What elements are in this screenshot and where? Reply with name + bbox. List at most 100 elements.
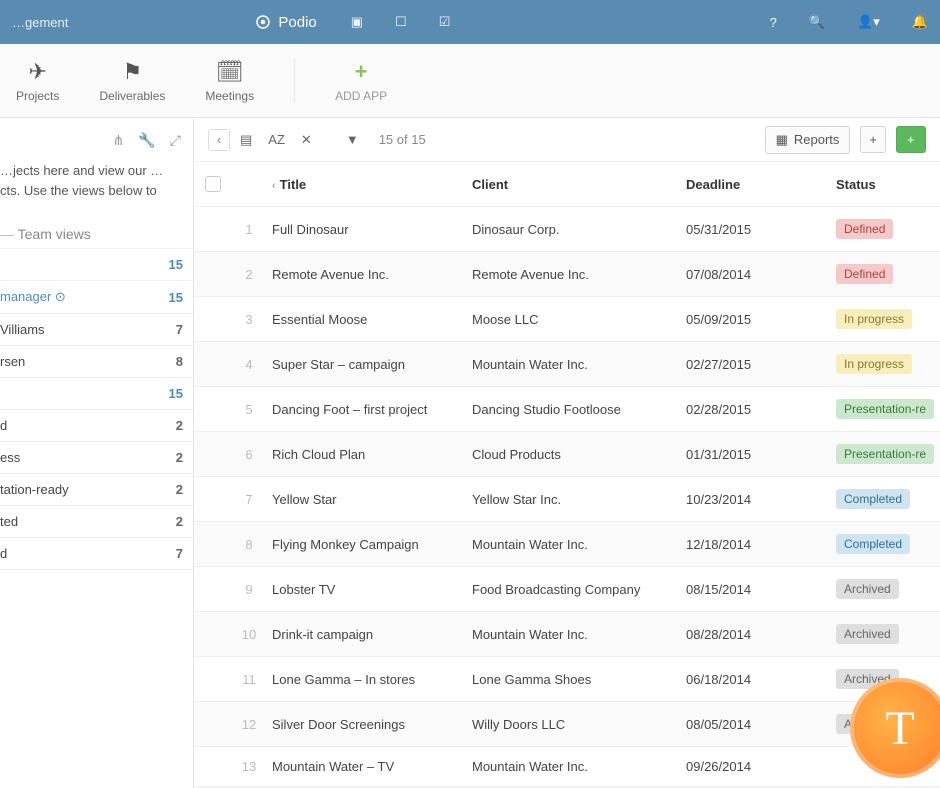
app-meetings[interactable]: 🗓 Meetings <box>205 59 254 103</box>
row-check[interactable] <box>194 272 232 276</box>
divider <box>294 59 295 103</box>
table-row[interactable]: 2Remote Avenue Inc.Remote Avenue Inc.07/… <box>194 252 940 297</box>
row-client: Mountain Water Inc. <box>466 757 680 776</box>
row-check[interactable] <box>194 587 232 591</box>
row-status: Archived <box>830 577 940 601</box>
row-title: Dancing Foot – first project <box>266 400 466 419</box>
row-client: Remote Avenue Inc. <box>466 265 680 284</box>
row-client: Mountain Water Inc. <box>466 625 680 644</box>
row-check[interactable] <box>194 677 232 681</box>
help-icon[interactable]: ? <box>770 15 777 30</box>
row-deadline: 12/18/2014 <box>680 535 830 554</box>
table-row[interactable]: 3Essential MooseMoose LLC05/09/2015In pr… <box>194 297 940 342</box>
sidebar-item[interactable]: tation-ready2 <box>0 474 193 506</box>
filter-icon[interactable]: ▼ <box>346 132 359 147</box>
tools-icon[interactable]: ✕ <box>301 132 312 148</box>
table-row[interactable]: 7Yellow StarYellow Star Inc.10/23/2014Co… <box>194 477 940 522</box>
row-deadline: 08/05/2014 <box>680 715 830 734</box>
search-icon[interactable]: 🔍 <box>809 14 825 30</box>
row-index: 2 <box>232 265 266 284</box>
reports-icon: ▦ <box>776 132 788 148</box>
row-check[interactable] <box>194 722 232 726</box>
brand[interactable]: Podio <box>254 13 316 31</box>
topbar: …gement Podio ▣ ☐ ☑ ? 🔍 👤▾ 🔔 <box>0 0 940 44</box>
notifications-icon[interactable]: 🔔 <box>912 14 928 30</box>
table-row[interactable]: 5Dancing Foot – first projectDancing Stu… <box>194 387 940 432</box>
col-check[interactable] <box>194 172 232 196</box>
sidebar-item[interactable]: rsen8 <box>0 346 193 378</box>
row-check[interactable] <box>194 407 232 411</box>
wrench-icon[interactable]: 🔧 <box>138 132 155 149</box>
col-client[interactable]: Client <box>466 173 680 196</box>
sidebar-item[interactable]: d7 <box>0 538 193 570</box>
floating-badge[interactable]: T <box>850 678 940 778</box>
contacts-icon[interactable]: ▣ <box>351 14 363 30</box>
sidebar-item[interactable]: ted2 <box>0 506 193 538</box>
table-row[interactable]: 1Full DinosaurDinosaur Corp.05/31/2015De… <box>194 207 940 252</box>
layout-table-icon[interactable]: ▤ <box>240 132 252 148</box>
table-row[interactable]: 8Flying Monkey CampaignMountain Water In… <box>194 522 940 567</box>
row-check[interactable] <box>194 362 232 366</box>
breadcrumb: …gement <box>12 15 68 30</box>
reports-button[interactable]: ▦ Reports <box>765 126 851 154</box>
app-projects-label: Projects <box>16 89 59 103</box>
table-row[interactable]: 10Drink-it campaignMountain Water Inc.08… <box>194 612 940 657</box>
table-row[interactable]: 6Rich Cloud PlanCloud Products01/31/2015… <box>194 432 940 477</box>
row-check[interactable] <box>194 227 232 231</box>
row-client: Lone Gamma Shoes <box>466 670 680 689</box>
sidebar-item-count: 7 <box>176 322 183 337</box>
table-row[interactable]: 9Lobster TVFood Broadcasting Company08/1… <box>194 567 940 612</box>
sidebar-item[interactable]: manager ⊙15 <box>0 281 193 314</box>
row-index: 11 <box>232 670 266 689</box>
sidebar-item[interactable]: 15 <box>0 248 193 281</box>
row-title: Rich Cloud Plan <box>266 445 466 464</box>
row-index: 6 <box>232 445 266 464</box>
collapse-sidebar[interactable]: ‹ <box>208 129 230 151</box>
add-item-button[interactable]: + <box>896 126 926 153</box>
app-projects[interactable]: ✈ Projects <box>16 59 59 103</box>
brand-label: Podio <box>278 14 316 31</box>
row-client: Dinosaur Corp. <box>466 220 680 239</box>
sort-az[interactable]: AZ <box>268 132 285 147</box>
col-status[interactable]: Status <box>830 173 940 196</box>
table-row[interactable]: 4Super Star – campaignMountain Water Inc… <box>194 342 940 387</box>
col-title[interactable]: ‹Title <box>266 173 466 196</box>
calendar-icon[interactable]: ☐ <box>395 14 407 30</box>
row-check[interactable] <box>194 542 232 546</box>
status-badge: Presentation-re <box>836 399 934 419</box>
tasks-icon[interactable]: ☑ <box>439 14 451 30</box>
top-nav: ▣ ☐ ☑ <box>351 14 451 30</box>
table-row[interactable]: 13Mountain Water – TVMountain Water Inc.… <box>194 747 940 787</box>
sidebar-item-label: d <box>0 418 7 433</box>
row-check[interactable] <box>194 632 232 636</box>
table-row[interactable]: 12Silver Door ScreeningsWilly Doors LLC0… <box>194 702 940 747</box>
sidebar-item[interactable]: d2 <box>0 410 193 442</box>
rss-icon[interactable]: ⋔ <box>113 132 125 149</box>
row-check[interactable] <box>194 452 232 456</box>
brand-icon <box>254 13 272 31</box>
row-check[interactable] <box>194 317 232 321</box>
app-deliverables[interactable]: ⚑ Deliverables <box>99 59 165 103</box>
row-status: Defined <box>830 217 940 241</box>
sidebar-item[interactable]: ess2 <box>0 442 193 474</box>
table-row[interactable]: 11Lone Gamma – In storesLone Gamma Shoes… <box>194 657 940 702</box>
row-status: Archived <box>830 622 940 646</box>
row-title: Remote Avenue Inc. <box>266 265 466 284</box>
row-status: Presentation-re <box>830 442 940 466</box>
status-badge: Archived <box>836 579 899 599</box>
row-status: Defined <box>830 262 940 286</box>
sidebar-item[interactable]: 15 <box>0 378 193 410</box>
sidebar-item[interactable]: Villiams7 <box>0 314 193 346</box>
col-deadline[interactable]: Deadline <box>680 173 830 196</box>
sidebar-item-count: 7 <box>176 546 183 561</box>
sidebar-item-label: tation-ready <box>0 482 69 497</box>
row-title: Yellow Star <box>266 490 466 509</box>
expand-icon[interactable]: ⤢ <box>170 132 181 149</box>
user-menu-icon[interactable]: 👤▾ <box>857 14 880 30</box>
add-app[interactable]: + ADD APP <box>335 59 387 103</box>
row-check[interactable] <box>194 765 232 769</box>
add-report-button[interactable]: + <box>860 126 886 153</box>
row-check[interactable] <box>194 497 232 501</box>
sidebar-item-count: 15 <box>169 257 183 272</box>
items-table: ‹Title Client Deadline Status 1Full Dino… <box>194 162 940 788</box>
